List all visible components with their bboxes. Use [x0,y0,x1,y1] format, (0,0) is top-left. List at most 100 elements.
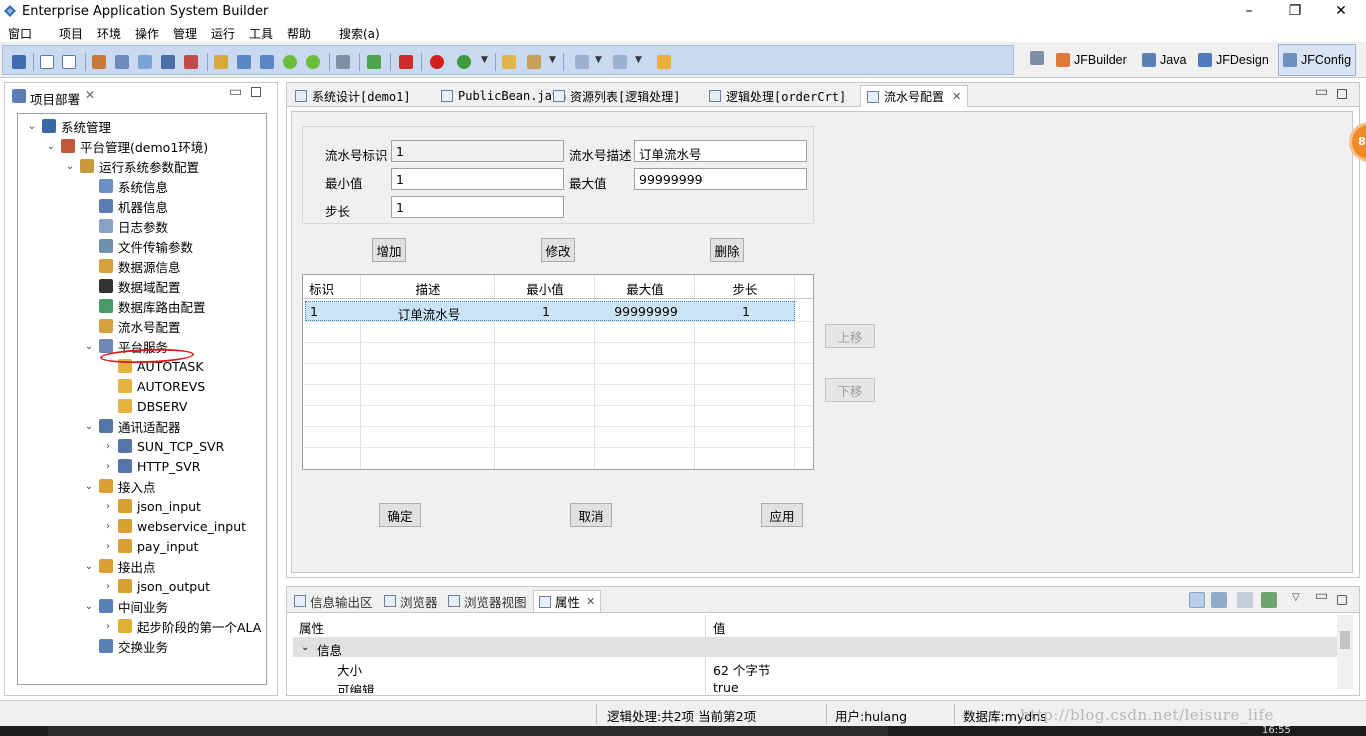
tree-item[interactable]: › json_input [102,496,201,516]
maximize-panel-icon[interactable] [1337,595,1347,605]
menu-tools[interactable]: 工具 [249,25,273,42]
minimize-button[interactable]: – [1226,0,1272,22]
tree-item[interactable]: 文件传输参数 [83,236,193,256]
tab-browser[interactable]: 浏览器 [379,590,443,612]
menu-environment[interactable]: 环境 [97,25,121,42]
chevron-right-icon[interactable]: › [102,581,114,592]
properties-scrollbar[interactable] [1337,615,1353,689]
import-icon[interactable] [260,55,274,69]
tree-item[interactable]: ⌄ 接入点 [83,476,156,496]
tree-item[interactable]: 系统信息 [83,176,168,196]
chevron-down-icon[interactable]: ⌄ [83,341,95,352]
minimize-panel-icon[interactable]: ▭ [229,84,242,100]
column-header[interactable]: 步长 [695,279,795,298]
close-tab-icon[interactable]: ✕ [586,595,595,608]
window-icon[interactable] [62,55,76,69]
tree-item[interactable]: ⌄ 系统管理 [26,116,111,136]
menu-manage[interactable]: 管理 [173,25,197,42]
perspective-jfbuilder[interactable]: JFBuilder [1056,44,1127,76]
property-row[interactable]: 可编辑 true [293,677,1337,693]
column-header[interactable]: 标识 [309,279,339,298]
close-tab-icon[interactable]: ✕ [952,90,961,103]
font-icon[interactable] [138,55,152,69]
tree-item[interactable]: 数据库路由配置 [83,296,206,316]
nav-forward-icon[interactable] [613,55,627,69]
delete-button[interactable]: 删除 [710,238,744,262]
add-button[interactable]: 增加 [372,238,406,262]
modify-button[interactable]: 修改 [541,238,575,262]
restore-button[interactable]: ❐ [1272,0,1318,22]
cancel-button[interactable]: 取消 [570,503,612,527]
close-window-button[interactable]: ✕ [1318,0,1364,22]
open-perspective-icon[interactable] [1030,51,1044,65]
chevron-down-icon[interactable]: ⌄ [45,141,57,152]
tree-item[interactable]: › pay_input [102,536,198,556]
tree-item[interactable]: › SUN_TCP_SVR [102,436,224,456]
chevron-down-icon[interactable]: ▼ [595,55,603,69]
property-group-row[interactable]: ⌄ 信息 [293,637,1337,658]
tab-browser-view[interactable]: 浏览器视图 [443,590,532,612]
chevron-down-icon[interactable]: ⌄ [301,642,309,653]
tree-item[interactable]: 机器信息 [83,196,168,216]
chevron-right-icon[interactable]: › [102,621,114,632]
menu-run[interactable]: 运行 [211,25,235,42]
step-field[interactable]: 1 [391,196,564,218]
help-icon[interactable] [430,55,444,69]
tree-item[interactable]: ⌄ 平台管理(demo1环境) [45,136,208,156]
column-header[interactable]: 最大值 [595,279,695,298]
monitor-icon[interactable] [161,55,175,69]
window-icon[interactable] [40,55,54,69]
tree-item[interactable]: 交换业务 [83,636,168,656]
chevron-right-icon[interactable]: › [102,441,114,452]
tree-item[interactable]: 数据域配置 [83,276,181,296]
chevron-down-icon[interactable]: ▼ [635,55,643,69]
tab-serial-config[interactable]: 流水号配置 ✕ [860,85,969,107]
chevron-down-icon[interactable]: ⌄ [26,121,38,132]
tree-item[interactable]: › json_output [102,576,210,596]
tab-info-output[interactable]: 信息输出区 [289,590,378,612]
chevron-right-icon[interactable]: › [102,521,114,532]
categories-icon[interactable] [1189,592,1205,608]
tree-item[interactable]: 数据源信息 [83,256,181,276]
chevron-down-icon[interactable]: ⌄ [83,561,95,572]
chevron-down-icon[interactable]: ▼ [549,55,557,69]
export-icon[interactable] [237,55,251,69]
chevron-right-icon[interactable]: › [102,541,114,552]
refresh-icon[interactable] [367,55,381,69]
search-icon[interactable] [115,55,129,69]
scrollbar-thumb[interactable] [1340,631,1350,649]
tree-item[interactable]: 流水号配置 [83,316,181,336]
menu-window[interactable]: 窗口 [8,25,32,42]
chevron-right-icon[interactable]: › [102,461,114,472]
column-header[interactable]: 最小值 [495,279,595,298]
move-down-button[interactable]: 下移 [825,378,875,402]
chevron-right-icon[interactable]: › [102,501,114,512]
view-menu-icon[interactable]: ▽ [1292,592,1308,608]
chevron-down-icon[interactable]: ⌄ [83,601,95,612]
chevron-down-icon[interactable]: ⌄ [83,421,95,432]
menu-operation[interactable]: 操作 [135,25,159,42]
serial-id-field[interactable]: 1 [391,140,564,162]
property-row[interactable]: 大小 62 个字节 [293,657,1337,678]
tree-item[interactable]: ⌄ 通讯适配器 [83,416,181,436]
menu-help[interactable]: 帮助 [287,25,311,42]
move-up-button[interactable]: 上移 [825,324,875,348]
serial-desc-field[interactable]: 订单流水号 [634,140,807,162]
column-header[interactable]: 描述 [361,279,495,298]
maximize-panel-icon[interactable] [251,87,261,97]
menu-search[interactable]: 搜索(a) [339,25,380,42]
perspective-java[interactable]: Java [1142,44,1186,76]
chevron-down-icon[interactable]: ⌄ [83,481,95,492]
perspective-jfdesign[interactable]: JFDesign [1198,44,1269,76]
restore-default-icon[interactable] [1237,592,1253,608]
tree-item[interactable]: › HTTP_SVR [102,456,200,476]
tab-properties[interactable]: 属性 ✕ [533,590,602,612]
new-icon[interactable] [12,55,26,69]
tab-logic-order[interactable]: 逻辑处理[orderCrt] [703,85,852,107]
chevron-down-icon[interactable]: ⌄ [64,161,76,172]
panel-tab[interactable]: 项目部署 ✕ ▭ [5,83,277,109]
maximize-editor-icon[interactable] [1337,89,1347,99]
minimize-editor-icon[interactable]: ▭ [1315,84,1328,100]
max-value-field[interactable]: 99999999 [634,168,807,190]
stop-icon[interactable] [399,55,413,69]
